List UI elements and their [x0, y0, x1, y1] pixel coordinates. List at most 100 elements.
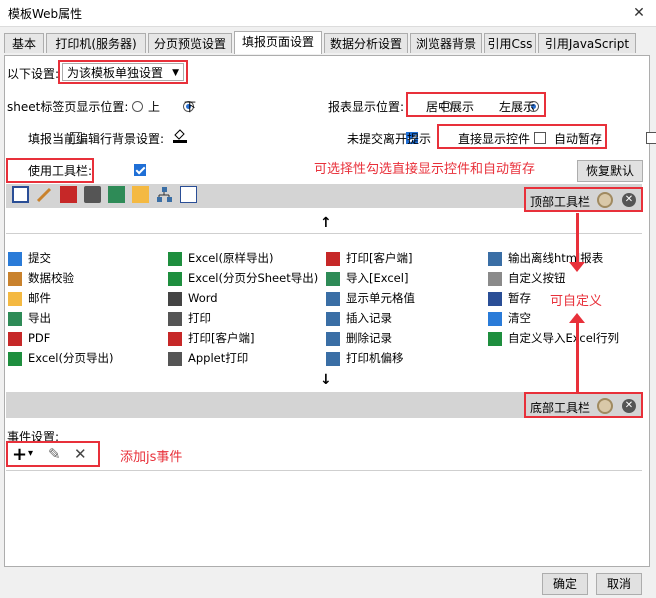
- add-icon[interactable]: +: [12, 444, 27, 465]
- toolbar-button-item[interactable]: 插入记录: [326, 309, 392, 328]
- toolbar-button-item[interactable]: 导出: [8, 309, 51, 328]
- chevron-down-icon[interactable]: ▾: [28, 448, 33, 459]
- toolbar-button-item[interactable]: 打印[客户端]: [168, 329, 254, 348]
- button-type-icon: [168, 311, 182, 326]
- restore-default-button[interactable]: 恢复默认: [577, 160, 643, 182]
- direct-show-checkbox[interactable]: [533, 132, 546, 144]
- move-down-arrow[interactable]: ↓: [320, 372, 332, 388]
- window-icon[interactable]: [180, 186, 197, 203]
- toolbar-button-item[interactable]: 打印机偏移: [326, 349, 404, 368]
- fill-bg-label: 填报当前编辑行背景设置:: [28, 132, 165, 146]
- toolbar-button-item[interactable]: Excel(分页分Sheet导出): [168, 269, 318, 288]
- pdf-icon[interactable]: [60, 186, 77, 203]
- chevron-down-icon: ▼: [172, 68, 179, 78]
- tab-browser-bg[interactable]: 浏览器背景: [410, 33, 482, 53]
- close-icon[interactable]: ✕: [628, 2, 650, 24]
- pencil-icon[interactable]: [36, 186, 53, 203]
- toolbar-button-item[interactable]: PDF: [8, 329, 50, 348]
- event-toolbar-highlight: + ▾ ✎ ✕: [6, 441, 100, 467]
- button-type-label: 打印[客户端]: [346, 251, 413, 265]
- button-type-label: 打印: [188, 311, 211, 325]
- tab-page-preview[interactable]: 分页预览设置: [148, 33, 232, 53]
- tab-printer-server[interactable]: 打印机(服务器): [46, 33, 146, 53]
- tab-fill-page[interactable]: 填报页面设置: [234, 31, 322, 54]
- network-icon[interactable]: [156, 186, 173, 203]
- bottom-toolbar-label: 底部工具栏: [530, 401, 591, 415]
- toolbar-button-item[interactable]: 清空: [488, 309, 531, 328]
- sheet-pos-top-radio[interactable]: [132, 101, 143, 112]
- direct-show-label: 直接显示控件: [458, 132, 531, 146]
- sheet-pos-top-label: 上: [148, 100, 161, 114]
- delete-icon[interactable]: ✕: [74, 445, 87, 463]
- toolbar-button-item[interactable]: Applet打印: [168, 349, 248, 368]
- below-settings-label: 以下设置:: [7, 67, 60, 81]
- move-up-arrow[interactable]: ↑: [320, 215, 332, 231]
- use-toolbar-checkbox[interactable]: [133, 164, 146, 176]
- event-list[interactable]: [6, 470, 642, 563]
- toolbar-button-item[interactable]: Word: [168, 289, 218, 308]
- sheet-pos-bottom-label: 下: [184, 100, 197, 114]
- mail-icon[interactable]: [132, 186, 149, 203]
- toolbar-button-item[interactable]: 暂存: [488, 289, 531, 308]
- gear-icon[interactable]: [597, 192, 613, 208]
- top-toolbar-label: 顶部工具栏: [530, 195, 591, 209]
- annotation-arrow-up-line: [576, 213, 579, 265]
- bottom-toolbar-highlight: 底部工具栏 ✕: [524, 392, 643, 418]
- button-type-icon: [488, 331, 502, 346]
- report-pos-center-label: 居中展示: [426, 100, 475, 114]
- button-type-icon: [326, 331, 340, 346]
- printer-icon[interactable]: [84, 186, 101, 203]
- sheet-tab-pos-label: sheet标签页显示位置:: [7, 100, 129, 114]
- unsubmitted-label: 未提交离开提示: [347, 132, 432, 146]
- toolbar-button-item[interactable]: 输出离线html报表: [488, 249, 603, 268]
- tab-data-analysis[interactable]: 数据分析设置: [324, 33, 408, 53]
- button-type-label: 自定义按钮: [508, 271, 566, 285]
- button-list: 提交 Excel(原样导出) 打印[客户端] 输出离线html报表数据校验 Excel(…: [8, 249, 644, 369]
- button-type-icon: [488, 311, 502, 326]
- cancel-button[interactable]: 取消: [596, 573, 642, 595]
- edit-icon[interactable]: ✎: [48, 445, 61, 463]
- toolbar-button-item[interactable]: 自定义导入Excel行列: [488, 329, 619, 348]
- optional-note-annotation: 可选择性勾选直接显示控件和自动暂存: [314, 162, 536, 177]
- button-type-label: 删除记录: [346, 331, 392, 345]
- paint-bucket-icon[interactable]: [172, 127, 188, 144]
- toolbar-button-item[interactable]: 导入[Excel]: [326, 269, 408, 288]
- toolbar-button-item[interactable]: 邮件: [8, 289, 51, 308]
- toolbar-button-item[interactable]: 显示单元格值: [326, 289, 415, 308]
- below-settings-select[interactable]: 为该模板单独设置 ▼: [62, 63, 184, 81]
- gear-icon[interactable]: [597, 398, 613, 414]
- toolbar-button-item[interactable]: Excel(原样导出): [168, 249, 273, 268]
- button-type-label: 插入记录: [346, 311, 392, 325]
- ok-button[interactable]: 确定: [542, 573, 588, 595]
- button-type-icon: [8, 251, 22, 266]
- button-type-label: Excel(分页导出): [28, 351, 114, 365]
- export-icon[interactable]: [108, 186, 125, 203]
- toolbar-button-item[interactable]: Excel(分页导出): [8, 349, 113, 368]
- close-icon[interactable]: ✕: [622, 399, 636, 413]
- tab-basic[interactable]: 基本: [4, 33, 44, 53]
- button-type-icon: [168, 351, 182, 366]
- annotation-arrow-head-down: [569, 262, 585, 272]
- tab-ref-css[interactable]: 引用Css: [484, 33, 536, 53]
- toolbar-button-item[interactable]: 提交: [8, 249, 51, 268]
- button-type-icon: [8, 351, 22, 366]
- customizable-annotation: 可自定义: [550, 294, 603, 309]
- top-toolbar-highlight: 顶部工具栏 ✕: [524, 187, 643, 212]
- save-icon[interactable]: [12, 186, 29, 203]
- toolbar-button-item[interactable]: 自定义按钮: [488, 269, 566, 288]
- tab-ref-js[interactable]: 引用JavaScript: [538, 33, 636, 53]
- auto-save-checkbox[interactable]: [645, 132, 656, 144]
- toolbar-button-item[interactable]: 数据校验: [8, 269, 74, 288]
- toolbar-button-item[interactable]: 打印[客户端]: [326, 249, 412, 268]
- button-type-label: 输出离线html报表: [508, 251, 604, 265]
- toolbar-button-item[interactable]: 删除记录: [326, 329, 392, 348]
- title-bar: 模板Web属性 ✕: [0, 0, 656, 27]
- button-type-label: 打印机偏移: [346, 351, 404, 365]
- button-type-label: 暂存: [508, 291, 531, 305]
- toolbar-button-item[interactable]: 打印: [168, 309, 211, 328]
- close-icon[interactable]: ✕: [622, 193, 636, 207]
- button-type-label: 打印[客户端]: [188, 331, 255, 345]
- button-type-icon: [8, 311, 22, 326]
- button-type-label: 数据校验: [28, 271, 74, 285]
- button-type-label: Word: [188, 291, 218, 305]
